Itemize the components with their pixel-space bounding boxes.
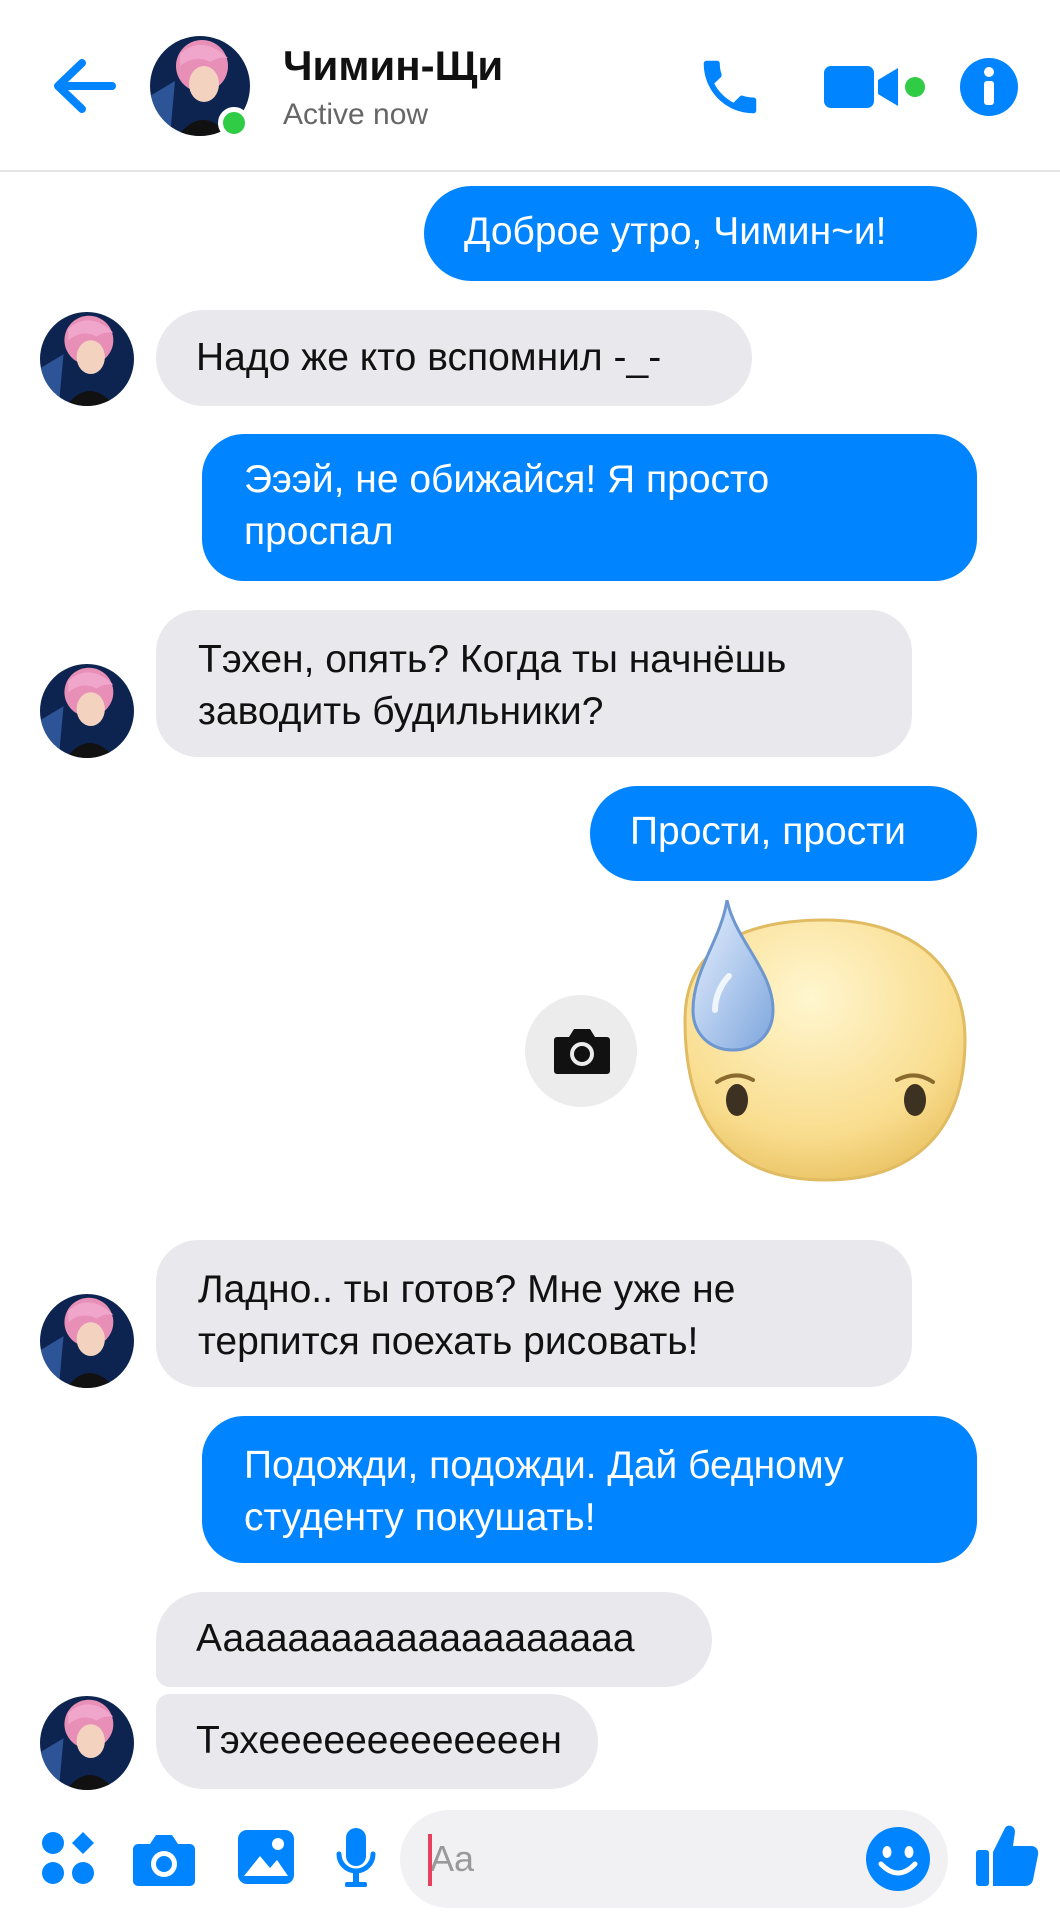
like-button[interactable]: [975, 1822, 1039, 1888]
online-status-dot: [218, 107, 250, 139]
info-icon: [960, 58, 1018, 116]
message-text-line: проспал: [244, 510, 394, 553]
sweat-drop-face-icon: [683, 899, 967, 1182]
camera-icon: [554, 1029, 610, 1074]
voice-message-button[interactable]: [336, 1826, 376, 1888]
phone-icon: [703, 60, 757, 114]
message-bubble-incoming[interactable]: Тэхен, опять? Когда ты начнёшь заводить …: [156, 610, 912, 757]
message-bubble-outgoing[interactable]: Эээй, не обижайся! Я просто проспал: [202, 434, 977, 581]
microphone-icon: [336, 1828, 376, 1887]
message-bubble-incoming[interactable]: Тэхееееееееееееен: [156, 1694, 598, 1789]
video-camera-icon: [824, 66, 925, 108]
camera-reaction-button[interactable]: [525, 995, 637, 1107]
image-icon: [238, 1830, 294, 1884]
avatar-photo: [40, 312, 134, 406]
message-text-line: Ладно.. ты готов? Мне уже не: [198, 1268, 736, 1311]
avatar-photo: [40, 1294, 134, 1388]
emoji-button[interactable]: [865, 1826, 931, 1892]
message-bubble-incoming[interactable]: Аааааааааааааааааааа: [156, 1592, 712, 1687]
smiley-icon: [866, 1827, 930, 1891]
camera-icon: [133, 1835, 195, 1886]
info-button[interactable]: [958, 56, 1020, 118]
apps-button[interactable]: [40, 1830, 96, 1886]
message-bubble-outgoing[interactable]: Подожди, подожди. Дай бедному студенту п…: [202, 1416, 977, 1563]
call-button[interactable]: [695, 52, 765, 122]
gallery-button[interactable]: [236, 1828, 296, 1886]
message-text-line: терпится поехать рисовать!: [198, 1320, 699, 1363]
message-bubble-outgoing[interactable]: Прости, прости: [590, 786, 977, 881]
thumbs-up-icon: [976, 1825, 1039, 1886]
message-text-line: Подожди, подожди. Дай бедному: [244, 1444, 844, 1487]
message-bubble-incoming[interactable]: Надо же кто вспомнил -_-: [156, 310, 752, 406]
contact-avatar-small[interactable]: [40, 312, 134, 406]
contact-name[interactable]: Чимин-Щи: [283, 42, 503, 90]
camera-button[interactable]: [132, 1830, 196, 1888]
avatar-photo: [40, 664, 134, 758]
message-text-line: заводить будильники?: [198, 690, 604, 733]
message-text-line: Эээй, не обижайся! Я просто: [244, 458, 770, 501]
message-text: Аааааааааааааааааааа: [196, 1617, 635, 1660]
message-bubble-outgoing[interactable]: Доброе утро, Чимин~и!: [424, 186, 977, 281]
chat-header: Чимин-Щи Active now: [0, 0, 1060, 172]
message-text: Прости, прости: [630, 810, 906, 853]
contact-avatar-small[interactable]: [40, 1294, 134, 1388]
message-text-line: Тэхен, опять? Когда ты начнёшь: [198, 638, 787, 681]
apps-grid-icon: [42, 1832, 94, 1884]
avatar-photo: [40, 1696, 134, 1790]
message-text: Надо же кто вспомнил -_-: [196, 336, 662, 379]
message-text: Доброе утро, Чимин~и!: [464, 210, 887, 253]
arrow-left-icon: [54, 59, 116, 113]
contact-avatar-small[interactable]: [40, 664, 134, 758]
back-button[interactable]: [50, 55, 118, 117]
sweat-drop-face-sticker[interactable]: [665, 899, 970, 1200]
video-call-button[interactable]: [822, 62, 930, 112]
text-cursor: [428, 1834, 432, 1886]
message-text-line: студенту покушать!: [244, 1496, 596, 1539]
contact-avatar-small[interactable]: [40, 1696, 134, 1790]
contact-status: Active now: [283, 98, 429, 131]
message-text: Тэхееееееееееееен: [196, 1719, 562, 1762]
message-bubble-incoming[interactable]: Ладно.. ты готов? Мне уже не терпится по…: [156, 1240, 912, 1387]
